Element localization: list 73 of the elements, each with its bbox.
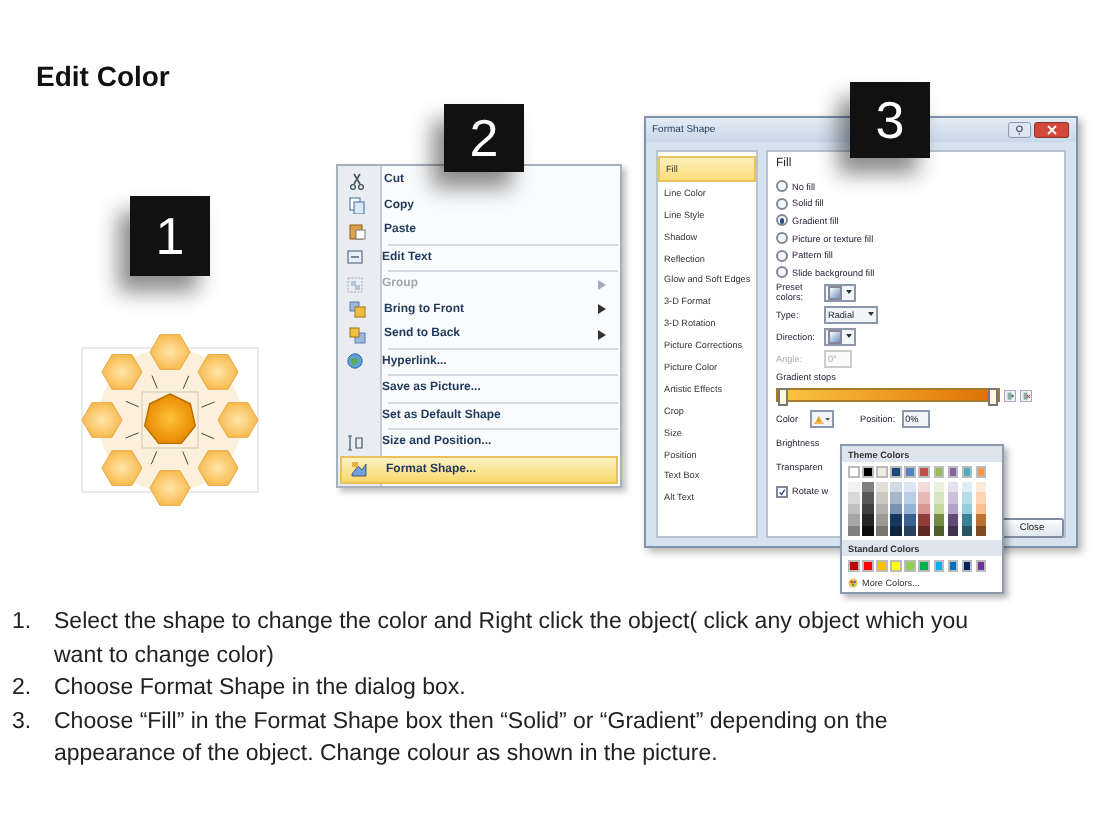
size-icon	[346, 433, 364, 452]
text-box-icon	[346, 248, 364, 267]
submenu-arrow-icon	[598, 304, 606, 315]
color-swatch[interactable]	[876, 560, 888, 571]
palette-icon	[848, 578, 858, 588]
instruction-text: Select the shape to change the color and Right click the object( click any object which you want to change color)	[54, 608, 971, 672]
color-shades[interactable]	[862, 481, 874, 536]
color-swatch[interactable]	[862, 560, 874, 571]
step-number: 3	[850, 82, 930, 158]
color-swatch[interactable]	[961, 466, 973, 477]
color-swatch[interactable]	[947, 466, 959, 477]
add-stop-icon[interactable]	[1004, 389, 1016, 402]
color-swatch[interactable]	[918, 466, 930, 477]
close-icon[interactable]	[1034, 122, 1070, 138]
color-picker-button[interactable]	[810, 409, 834, 428]
gradient-stop-handle[interactable]	[988, 388, 998, 407]
color-swatch[interactable]	[862, 466, 874, 477]
instruction-text: Choose “Fill” in the Format Shape box then “Solid” or “Gradient” depending on the appearance of the object. Change colour as shown in the picture.	[54, 707, 890, 771]
color-swatch[interactable]	[876, 466, 888, 477]
radio-button[interactable]	[776, 180, 788, 193]
gradient-bar[interactable]	[776, 388, 1000, 403]
color-shades[interactable]	[848, 481, 859, 536]
color-shades[interactable]	[918, 481, 930, 536]
color-swatch[interactable]	[890, 560, 902, 571]
group-icon	[346, 275, 364, 294]
radio-button[interactable]	[776, 232, 788, 245]
color-swatch[interactable]	[848, 560, 859, 571]
color-swatch[interactable]	[933, 466, 945, 477]
radio-button[interactable]	[776, 214, 788, 227]
color-shades[interactable]	[904, 481, 916, 536]
step-number: 1	[130, 196, 210, 276]
globe-icon	[346, 352, 364, 371]
gradient-stop-handle[interactable]	[778, 388, 788, 407]
instruction-text: Choose Format Shape in the dialog box.	[54, 674, 468, 705]
list-number: 3.	[12, 707, 34, 738]
checkbox[interactable]	[776, 485, 788, 498]
help-icon[interactable]	[1008, 122, 1032, 138]
list-number: 1.	[12, 608, 34, 638]
list-number: 2.	[12, 674, 34, 705]
shape-format-icon	[350, 460, 368, 479]
color-swatch[interactable]	[904, 560, 916, 571]
color-shades[interactable]	[933, 481, 945, 536]
submenu-arrow-icon	[598, 279, 606, 290]
color-dropdown-button[interactable]	[824, 327, 856, 346]
color-shades[interactable]	[947, 481, 959, 536]
color-swatch[interactable]	[933, 560, 945, 571]
color-swatch[interactable]	[975, 560, 987, 571]
remove-stop-icon[interactable]	[1020, 389, 1032, 402]
step-number: 2	[444, 104, 524, 172]
color-shades[interactable]	[876, 481, 888, 536]
slide-title: Edit Color	[36, 60, 170, 92]
color-swatch[interactable]	[890, 466, 902, 477]
clipboard-icon	[348, 221, 366, 240]
color-swatch[interactable]	[961, 560, 973, 571]
color-swatch[interactable]	[975, 466, 987, 477]
color-dropdown-button[interactable]	[824, 283, 856, 302]
color-swatch[interactable]	[947, 560, 959, 571]
caret-icon	[846, 290, 852, 295]
copy-icon	[348, 196, 366, 215]
color-shades[interactable]	[961, 481, 973, 536]
color-shades[interactable]	[975, 481, 987, 536]
color-swatch[interactable]	[904, 466, 916, 477]
caret-icon	[868, 312, 874, 317]
scissors-icon	[348, 171, 366, 190]
caret-icon	[846, 334, 852, 339]
submenu-arrow-icon	[598, 329, 606, 340]
radio-button[interactable]	[776, 266, 788, 279]
fill-color-icon	[814, 413, 830, 424]
color-swatch[interactable]	[918, 560, 930, 571]
radio-button[interactable]	[776, 249, 788, 262]
radio-button[interactable]	[776, 197, 788, 210]
color-swatch[interactable]	[848, 466, 859, 477]
color-shades[interactable]	[890, 481, 902, 536]
